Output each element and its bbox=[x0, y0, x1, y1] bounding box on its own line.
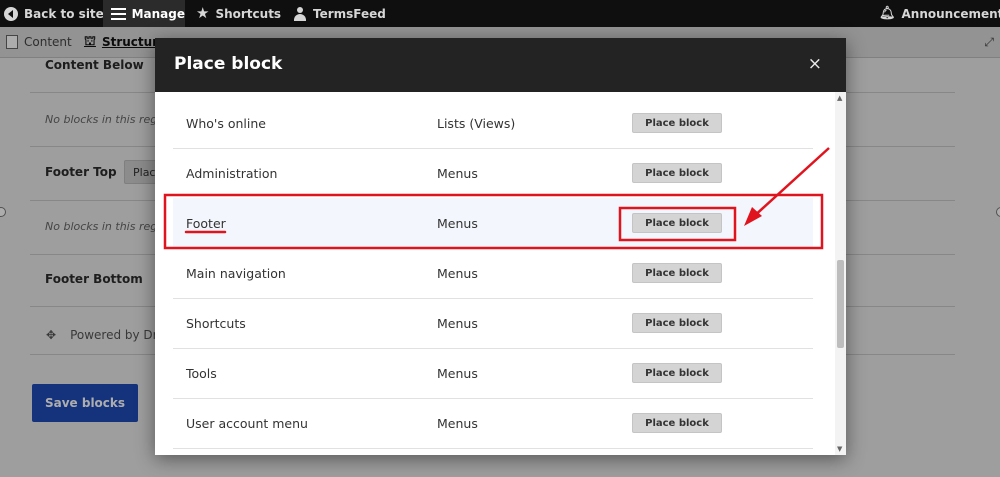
back-arrow-icon bbox=[4, 6, 18, 21]
announcements-tab[interactable]: 🔔︎ Announcements bbox=[879, 0, 1000, 27]
dialog-scrollbar[interactable]: ▲ ▼ bbox=[835, 92, 846, 455]
block-row: Shortcuts Menus Place block bbox=[173, 298, 813, 349]
block-category: Menus bbox=[437, 166, 478, 181]
shortcuts-label: Shortcuts bbox=[215, 6, 282, 21]
block-category: Menus bbox=[437, 216, 478, 231]
block-row: Administration Menus Place block bbox=[173, 148, 813, 199]
block-row: Who's online Lists (Views) Place block bbox=[173, 98, 813, 149]
block-row: User account menu Menus Place block bbox=[173, 398, 813, 449]
scroll-up-icon[interactable]: ▲ bbox=[837, 94, 842, 102]
close-icon[interactable]: × bbox=[808, 56, 822, 73]
dialog-body: Who's online Lists (Views) Place block A… bbox=[155, 92, 846, 455]
dialog-header: Place block × bbox=[155, 38, 846, 92]
user-label: TermsFeed bbox=[313, 6, 386, 21]
back-to-site-label: Back to site bbox=[24, 6, 104, 21]
manage-tab[interactable]: Manage bbox=[103, 0, 185, 27]
scrollbar-thumb[interactable] bbox=[837, 260, 844, 348]
block-name: Administration bbox=[186, 166, 278, 181]
place-block-button[interactable]: Place block bbox=[632, 413, 722, 433]
place-block-dialog: Place block × Who's online Lists (Views)… bbox=[155, 38, 846, 455]
block-name: Tools bbox=[186, 366, 217, 381]
block-row-footer: Footer Menus Place block bbox=[173, 198, 813, 249]
place-block-button-footer[interactable]: Place block bbox=[632, 213, 722, 233]
block-name: Who's online bbox=[186, 116, 266, 131]
place-block-button[interactable]: Place block bbox=[632, 263, 722, 283]
block-category: Menus bbox=[437, 366, 478, 381]
block-row: Tools Menus Place block bbox=[173, 348, 813, 399]
block-name: User account menu bbox=[186, 416, 308, 431]
place-block-button[interactable]: Place block bbox=[632, 163, 722, 183]
block-row: Main navigation Menus Place block bbox=[173, 248, 813, 299]
bell-icon: 🔔︎ bbox=[879, 6, 896, 21]
admin-toolbar: Back to site Manage ★ Shortcuts TermsFee… bbox=[0, 0, 1000, 27]
announcements-label: Announcements bbox=[901, 6, 1000, 21]
back-to-site-link[interactable]: Back to site bbox=[4, 0, 104, 27]
user-tab[interactable]: TermsFeed bbox=[293, 0, 386, 27]
scroll-down-icon[interactable]: ▼ bbox=[837, 445, 842, 453]
hamburger-icon bbox=[111, 7, 126, 20]
block-category: Lists (Views) bbox=[437, 116, 516, 131]
block-name: Shortcuts bbox=[186, 316, 246, 331]
block-name: Main navigation bbox=[186, 266, 286, 281]
block-category: Menus bbox=[437, 316, 478, 331]
place-block-button[interactable]: Place block bbox=[632, 363, 722, 383]
block-category: Menus bbox=[437, 416, 478, 431]
star-icon: ★ bbox=[196, 4, 210, 22]
manage-label: Manage bbox=[131, 6, 185, 21]
block-category: Menus bbox=[437, 266, 478, 281]
place-block-button[interactable]: Place block bbox=[632, 113, 722, 133]
dialog-title: Place block bbox=[174, 54, 283, 74]
user-icon bbox=[293, 6, 307, 21]
place-block-button[interactable]: Place block bbox=[632, 313, 722, 333]
block-name: Footer bbox=[186, 216, 226, 231]
shortcuts-tab[interactable]: ★ Shortcuts bbox=[196, 0, 281, 27]
